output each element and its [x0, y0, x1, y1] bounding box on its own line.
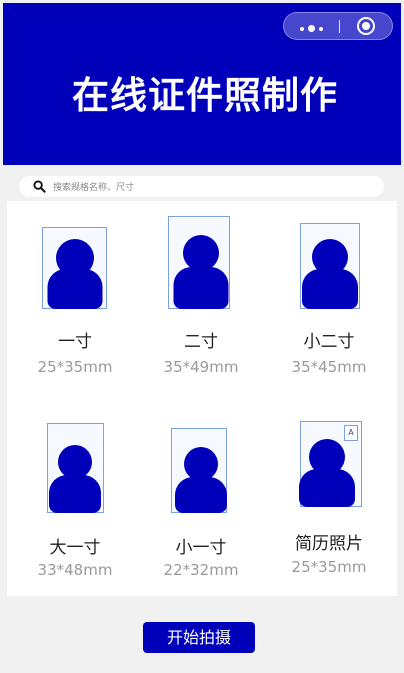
- avatar-body-icon: [173, 267, 229, 309]
- size-name: 小一寸: [175, 538, 227, 558]
- start-shooting-button[interactable]: 开始拍摄: [143, 622, 255, 653]
- search-bar[interactable]: 搜索规格名称、尺寸: [19, 176, 384, 197]
- badge-a-icon: A: [344, 425, 358, 441]
- avatar-body-icon: [175, 477, 227, 513]
- size-dimensions: 35*49mm: [163, 358, 239, 376]
- avatar-body-icon: [49, 475, 101, 513]
- size-name: 简历照片: [295, 534, 363, 554]
- search-icon: [33, 180, 46, 193]
- size-dimensions: 33*48mm: [37, 561, 113, 579]
- avatar-head-icon: [184, 447, 218, 481]
- size-item-2[interactable]: 二寸 35*49mm: [141, 216, 261, 394]
- size-item-1[interactable]: 一寸 25*35mm: [15, 219, 135, 394]
- avatar-body-icon: [302, 269, 358, 309]
- size-dimensions: 25*35mm: [37, 358, 113, 376]
- avatar-body-icon: [299, 469, 355, 507]
- size-item-6[interactable]: A 简历照片 25*35mm: [269, 421, 389, 598]
- size-item-4[interactable]: 大一寸 33*48mm: [15, 423, 135, 598]
- size-name: 二寸: [184, 332, 218, 352]
- size-grid: 一寸 25*35mm 二寸 35*49mm 小二寸 35*45mm 大一寸 33…: [7, 201, 397, 596]
- size-dimensions: 25*35mm: [291, 558, 367, 576]
- header-banner: 在线证件照制作: [3, 3, 401, 165]
- page-title: 在线证件照制作: [72, 74, 338, 117]
- size-dimensions: 22*32mm: [163, 561, 239, 579]
- close-target-icon[interactable]: [357, 17, 375, 35]
- avatar-body-icon: [47, 269, 103, 309]
- miniprogram-capsule[interactable]: [283, 12, 393, 40]
- size-item-3[interactable]: 小二寸 35*45mm: [269, 219, 389, 394]
- size-item-5[interactable]: 小一寸 22*32mm: [141, 423, 261, 598]
- avatar-head-icon: [183, 235, 219, 271]
- size-dimensions: 35*45mm: [291, 358, 367, 376]
- capsule-divider: [339, 20, 340, 33]
- size-name: 一寸: [58, 332, 92, 352]
- size-name: 大一寸: [49, 538, 101, 558]
- search-input[interactable]: 搜索规格名称、尺寸: [53, 180, 134, 193]
- avatar-head-icon: [58, 445, 92, 479]
- more-icon[interactable]: [300, 25, 323, 32]
- size-name: 小二寸: [303, 332, 355, 352]
